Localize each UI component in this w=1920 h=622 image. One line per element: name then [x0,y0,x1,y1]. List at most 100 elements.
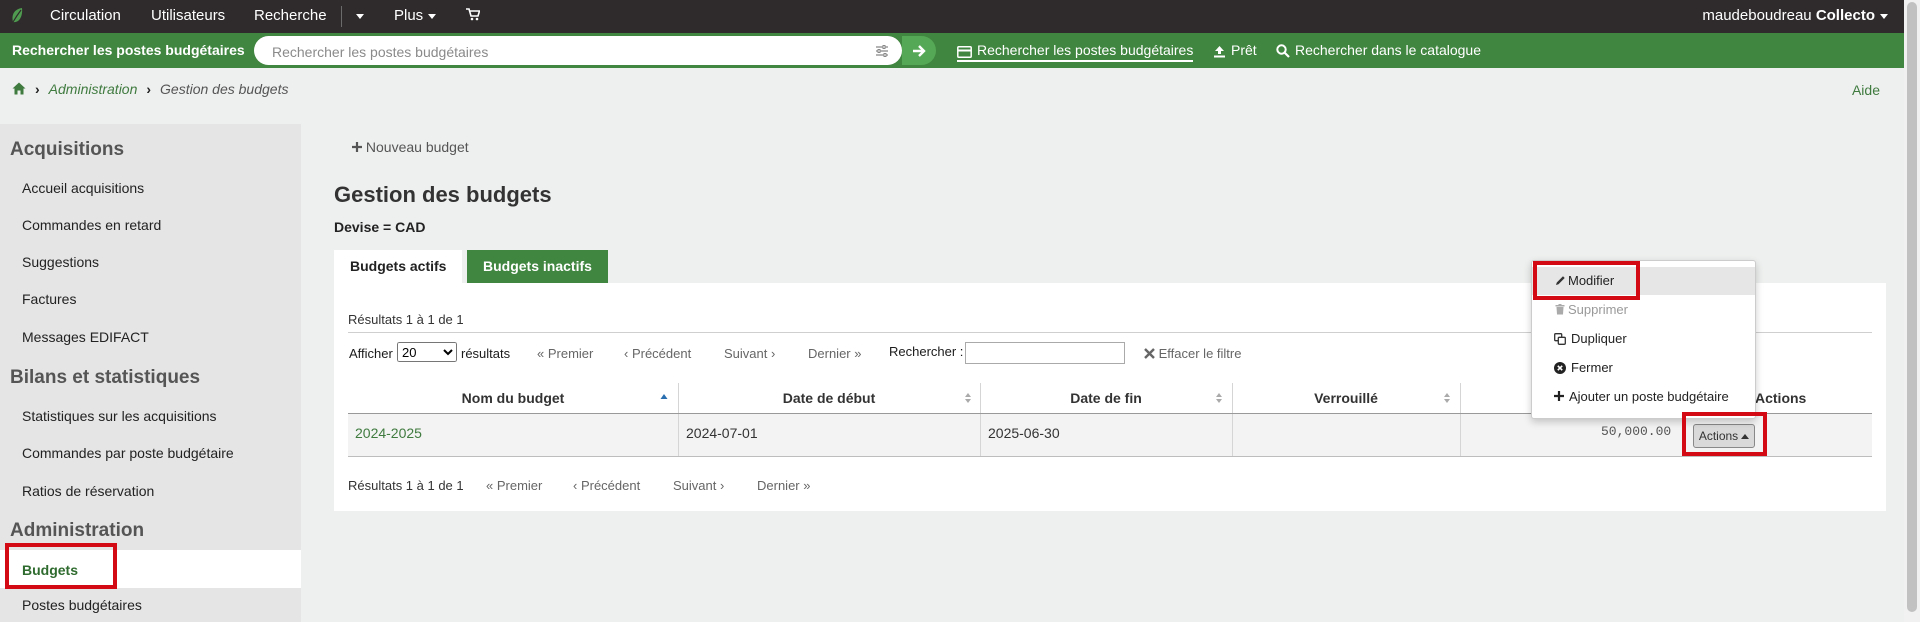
sidebar-item-factures[interactable]: Factures [22,291,76,307]
currency-value: CAD [395,219,426,235]
nav-utilisateurs[interactable]: Utilisateurs [151,0,225,33]
nav-plus[interactable]: Plus [394,0,437,33]
sidebar-item-ratios-reservation[interactable]: Ratios de réservation [22,483,154,499]
link-checkout[interactable]: Prêt [1213,33,1257,68]
tab-active-budgets[interactable]: Budgets actifs [334,250,463,283]
nav-plus-label: Plus [394,7,424,24]
new-budget-label: Nouveau budget [365,139,469,155]
col-header-start-date[interactable]: Date de début [678,383,980,413]
sliders-icon[interactable] [874,43,890,59]
nav-circulation[interactable]: Circulation [50,0,121,33]
pager-next-bottom[interactable]: Suivant › [673,478,724,493]
search-bar: Rechercher les postes budgétaires Recher… [0,33,1904,68]
sort-ascending-icon [660,394,668,399]
pager-first-label: Premier [547,346,594,361]
sidebar-heading-bilans: Bilans et statistiques [10,367,201,388]
breadcrumb-separator: › [35,81,40,97]
plus-icon [352,142,362,152]
menu-item-fermer-label: Fermer [1571,360,1613,375]
sidebar-item-commandes-en-retard[interactable]: Commandes en retard [22,217,161,233]
clear-filter-button[interactable]: Effacer le filtre [1144,346,1241,361]
col-header-end-date[interactable]: Date de fin [980,383,1232,413]
pager-last-bottom[interactable]: Dernier » [757,478,810,493]
menu-item-ajouter-poste[interactable]: Ajouter un poste budgétaire [1532,383,1755,411]
nav-divider [341,6,342,27]
page-title: Gestion des budgets [334,182,552,207]
sidebar-item-postes-budgetaires[interactable]: Postes budgétaires [22,597,142,613]
sidebar-item-accueil-acquisitions[interactable]: Accueil acquisitions [22,180,144,196]
results-info: Résultats 1 à 1 de 1 [348,312,464,327]
caret-down-icon [428,13,437,19]
top-navbar: Circulation Utilisateurs Recherche Plus … [0,0,1920,33]
pager-next-bottom-label: Suivant [673,478,717,493]
pager-next[interactable]: Suivant › [724,346,775,361]
pager-first-bottom[interactable]: « Premier [486,478,542,493]
results-label: résultats [461,346,511,361]
highlight-box-actions [1682,412,1767,456]
plus-icon [1554,391,1564,401]
breadcrumb: › Administration › Gestion des budgets [12,81,288,97]
page-size-select[interactable]: 20 [397,342,457,362]
pager-first-bottom-label: Premier [496,478,543,493]
table-search-input[interactable] [965,342,1125,364]
budget-name-link[interactable]: 2024-2025 [355,425,422,441]
highlight-box-budgets [5,543,117,589]
credit-card-icon [957,46,972,58]
sidebar-item-statistiques[interactable]: Statistiques sur les acquisitions [22,408,217,424]
sort-icon [1216,393,1222,403]
sidebar-item-commandes-par-poste[interactable]: Commandes par poste budgétaire [22,445,234,461]
breadcrumb-administration[interactable]: Administration [49,81,138,97]
scrollbar-thumb[interactable] [1907,2,1917,612]
search-options-dropdown[interactable] [351,0,364,33]
pager-last-label: Dernier [808,346,851,361]
column-divider [678,414,679,456]
menu-item-dupliquer[interactable]: Dupliquer [1532,325,1755,353]
highlight-box-modifier [1533,261,1640,300]
menu-item-supprimer-label: Supprimer [1568,302,1628,317]
pager-next-label: Suivant [724,346,768,361]
sidebar-heading-acquisitions: Acquisitions [10,139,125,160]
budget-end-date: 2025-06-30 [988,425,1060,441]
cart-button[interactable] [466,0,481,33]
pager-last[interactable]: Dernier » [808,346,861,361]
search-pill [254,36,902,67]
link-checkout-label: Prêt [1231,42,1257,58]
sidebar-item-suggestions[interactable]: Suggestions [22,254,99,270]
clear-filter-label: Effacer le filtre [1158,346,1242,361]
search-type-label[interactable]: Rechercher les postes budgétaires [0,33,257,68]
nav-recherche[interactable]: Recherche [254,0,327,33]
pager-previous-label: Précédent [631,346,692,361]
caret-down-icon [356,13,364,19]
home-icon[interactable] [12,82,26,95]
copy-icon [1554,333,1566,345]
col-header-locked[interactable]: Verrouillé [1232,383,1460,413]
menu-item-fermer[interactable]: Fermer [1532,354,1755,382]
user-name: maudeboudreau [1702,7,1812,24]
sidebar-item-messages-edifact[interactable]: Messages EDIFACT [22,329,149,345]
pager-first[interactable]: « Premier [537,346,593,361]
column-divider [1232,414,1233,456]
upload-icon [1214,46,1225,58]
link-search-catalog-label: Rechercher dans le catalogue [1295,42,1482,58]
link-search-funds[interactable]: Rechercher les postes budgétaires [957,33,1194,62]
koha-logo-icon[interactable] [8,6,28,26]
pager-previous[interactable]: ‹ Précédent [624,346,691,361]
page-scrollbar[interactable] [1904,0,1920,622]
table-bottom-divider [348,456,1872,457]
currency-label: Devise [334,219,380,235]
link-search-catalog[interactable]: Rechercher dans le catalogue [1276,33,1481,68]
budget-start-date: 2024-07-01 [686,425,758,441]
col-header-name[interactable]: Nom du budget [348,383,678,413]
caret-down-icon [1880,13,1888,19]
column-divider [980,414,981,456]
help-link[interactable]: Aide [1852,82,1880,98]
library-name: Collecto [1815,7,1875,24]
results-info-bottom: Résultats 1 à 1 de 1 [348,478,464,493]
new-budget-button[interactable]: Nouveau budget [352,139,469,155]
pager-previous-bottom[interactable]: ‹ Précédent [573,478,640,493]
tab-inactive-budgets[interactable]: Budgets inactifs [467,250,608,283]
search-submit-button[interactable] [902,36,936,65]
budget-total: 50,000.00 [1601,424,1672,439]
search-input[interactable] [270,36,854,67]
user-menu[interactable]: maudeboudreau Collecto [1702,0,1888,31]
